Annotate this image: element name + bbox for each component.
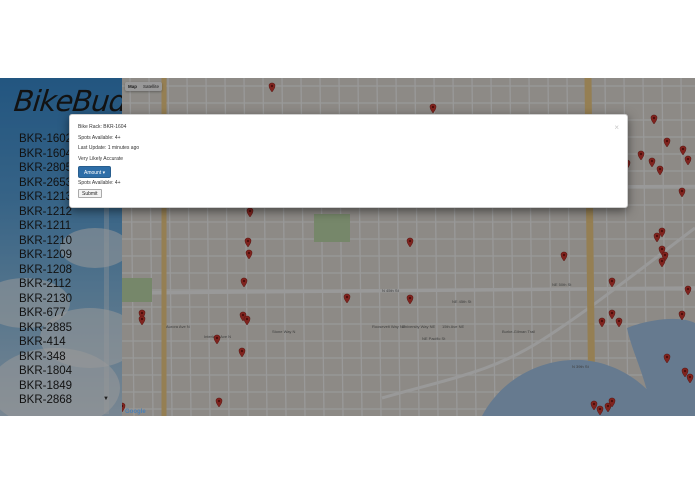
bike-rack-modal: × Bike Rack: BKR-1604 Spots Available: 4… bbox=[69, 114, 628, 208]
submit-button[interactable]: Submit bbox=[78, 189, 102, 198]
modal-last-update: Last Update: 1 minutes ago bbox=[78, 145, 140, 151]
modal-accuracy: Very Likely Accurate bbox=[78, 156, 124, 162]
caret-down-icon: ▾ bbox=[102, 170, 106, 176]
modal-spots-available-selected: Spots Available: 4+ bbox=[78, 180, 121, 186]
amount-dropdown-button[interactable]: Amount ▾ bbox=[78, 166, 112, 178]
google-logo: Google bbox=[125, 409, 146, 415]
modal-bike-rack: Bike Rack: BKR-1604 bbox=[78, 124, 127, 130]
modal-spots-available: Spots Available: 4+ bbox=[78, 135, 121, 141]
close-icon[interactable]: × bbox=[614, 123, 619, 132]
amount-label: Amount bbox=[84, 170, 102, 176]
